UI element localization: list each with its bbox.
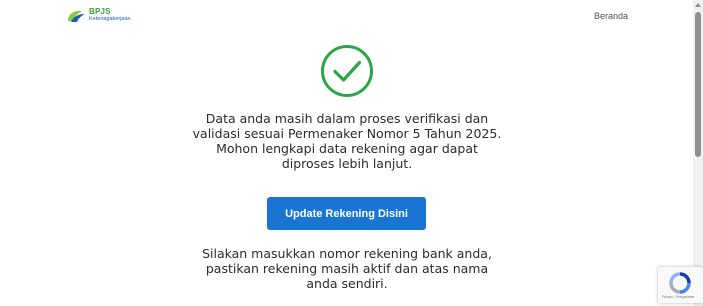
instruction-message: Silakan masukkan nomor rekening bank and… xyxy=(202,246,492,291)
recaptcha-footer-text: Privasi - Persyaratan xyxy=(662,295,695,299)
verification-message: Data anda masih dalam proses verifikasi … xyxy=(192,111,502,171)
recaptcha-badge[interactable]: Privasi - Persyaratan xyxy=(658,267,703,303)
scroll-up-arrow-icon[interactable] xyxy=(695,3,701,7)
recaptcha-icon xyxy=(669,272,691,294)
vertical-scrollbar[interactable] xyxy=(693,0,703,306)
main-content: Data anda masih dalam proses verifikasi … xyxy=(0,0,690,306)
scrollbar-thumb[interactable] xyxy=(695,12,701,157)
update-account-button[interactable]: Update Rekening Disini xyxy=(267,197,426,230)
check-circle-icon xyxy=(320,44,374,98)
